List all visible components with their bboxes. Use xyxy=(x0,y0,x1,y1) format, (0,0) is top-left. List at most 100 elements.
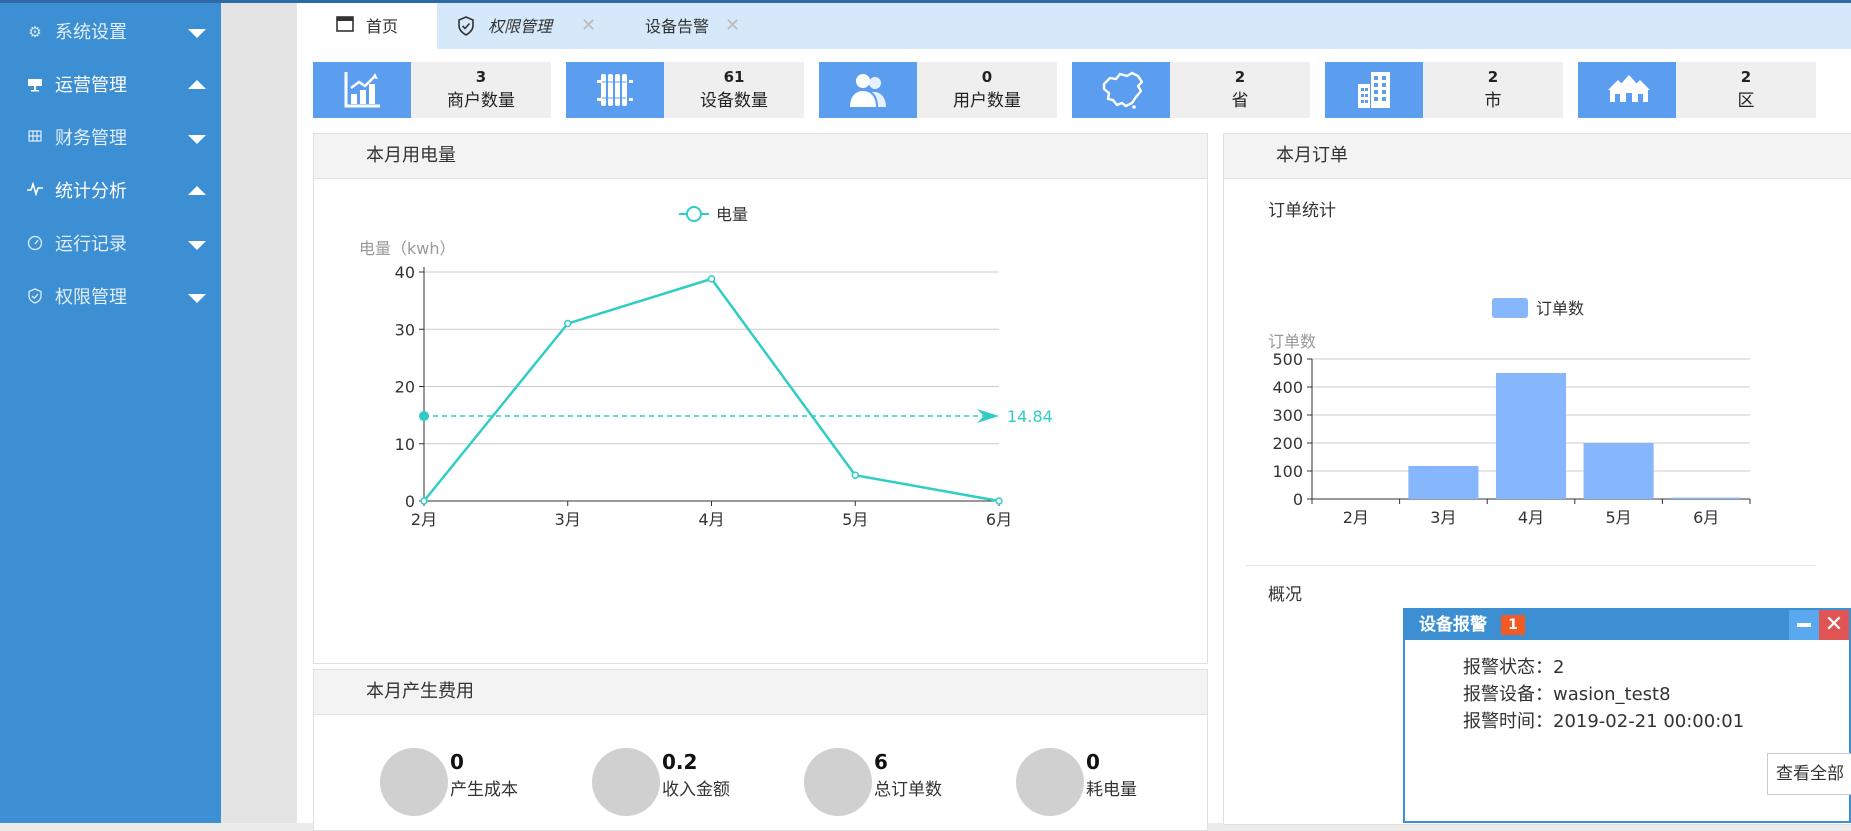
sidebar-item-system-settings[interactable]: ⚙ 系统设置 xyxy=(0,7,221,59)
sidebar-item-run-records[interactable]: 运行记录 xyxy=(0,219,221,271)
y-tick-label: 200 xyxy=(1272,434,1303,453)
tab-bar: 首页 权限管理 ✕ 设备告警 ✕ xyxy=(297,3,1851,49)
x-tick-label: 3月 xyxy=(555,510,581,529)
device-alarm-popup: 设备报警 1 ✕ 报警状态：2 报警设备：wasion_test8 报警时间：2… xyxy=(1403,608,1851,823)
y-tick-label: 0 xyxy=(1293,490,1303,509)
fee-circle xyxy=(804,748,872,816)
stat-value: 3 xyxy=(475,68,487,86)
close-icon[interactable]: ✕ xyxy=(725,15,740,37)
bar-chart-icon xyxy=(344,72,380,108)
fee-value-cost: 0 xyxy=(450,750,464,774)
tab-label: 首页 xyxy=(366,17,399,36)
content-gutter xyxy=(221,3,297,823)
bar xyxy=(1671,497,1742,499)
stat-icon-box xyxy=(313,62,411,118)
fee-value-income: 0.2 xyxy=(662,750,698,774)
stat-card-cities[interactable]: 2 市 xyxy=(1325,62,1563,118)
bar xyxy=(1408,465,1479,499)
stat-label: 市 xyxy=(1484,91,1502,111)
sidebar-item-label: 统计分析 xyxy=(55,181,127,202)
stat-card-users[interactable]: 0 用户数量 xyxy=(819,62,1057,118)
sidebar-item-statistics[interactable]: 统计分析 xyxy=(0,166,221,218)
y-axis-label: 订单数 xyxy=(1268,332,1316,351)
billboard-icon xyxy=(26,76,44,94)
x-tick-label: 2月 xyxy=(411,510,437,529)
panel-header: 本月订单 xyxy=(1224,134,1851,179)
legend-marker xyxy=(686,206,702,222)
chevron-down-icon xyxy=(188,294,206,303)
y-tick-label: 20 xyxy=(395,378,415,397)
stat-label: 商户数量 xyxy=(447,91,515,111)
chevron-down-icon xyxy=(188,241,206,250)
y-tick-label: 10 xyxy=(395,435,415,454)
building-icon xyxy=(1358,72,1390,108)
orders-bar-chart: 订单数订单数01002003004005002月 3月 4月 5月 6月 xyxy=(1268,298,1751,527)
fee-value-orders: 6 xyxy=(874,750,888,774)
x-tick-label: 4月 xyxy=(698,510,724,529)
tab-permissions[interactable]: 权限管理 ✕ xyxy=(437,3,602,49)
sidebar-item-label: 权限管理 xyxy=(55,287,127,308)
stat-value: 2 xyxy=(1487,68,1499,86)
series-line-power xyxy=(423,277,1000,503)
overview-label: 概况 xyxy=(1268,585,1302,605)
chevron-down-icon xyxy=(188,29,206,38)
speedometer-icon xyxy=(26,235,44,253)
alarm-title: 设备报警 xyxy=(1419,615,1487,635)
average-mark-arrow xyxy=(977,409,999,424)
average-mark-label: 14.84 xyxy=(1007,407,1053,426)
close-icon: ✕ xyxy=(1824,612,1844,637)
legend-label: 订单数 xyxy=(1536,299,1584,318)
stat-label: 区 xyxy=(1737,91,1755,111)
chevron-up-icon xyxy=(188,186,206,195)
stat-icon-box xyxy=(819,62,917,118)
power-usage-panel: 本月用电量 电量 电量（kwh） 0 10 20 30 40 2月 3月 4月 5月 6月 14.84 xyxy=(313,133,1208,664)
sidebar-item-permissions[interactable]: 权限管理 xyxy=(0,272,221,324)
fee-label-cost: 产生成本 xyxy=(450,780,518,800)
tab-label: 设备告警 xyxy=(645,17,710,36)
minimize-icon xyxy=(1797,623,1811,627)
panel-header: 本月用电量 xyxy=(314,134,1207,179)
close-button[interactable]: ✕ xyxy=(1819,610,1849,640)
alarm-header: 设备报警 1 ✕ xyxy=(1405,610,1849,640)
china-map-icon xyxy=(1102,71,1144,109)
alarm-count-badge: 1 xyxy=(1501,615,1525,635)
stat-label: 设备数量 xyxy=(700,91,768,111)
panel-title: 本月产生费用 xyxy=(366,681,474,702)
fee-circle xyxy=(380,748,448,816)
window-icon xyxy=(336,16,354,37)
close-icon[interactable]: ✕ xyxy=(581,15,596,37)
tab-device-alarm[interactable]: 设备告警 ✕ xyxy=(602,3,747,49)
sidebar-item-operations[interactable]: 运营管理 xyxy=(0,60,221,112)
sidebar-item-finance[interactable]: 财务管理 xyxy=(0,113,221,165)
y-tick-label: 40 xyxy=(395,263,415,282)
x-tick-label: 5月 xyxy=(1606,508,1632,527)
data-point xyxy=(707,275,716,283)
sidebar-item-label: 系统设置 xyxy=(55,22,127,43)
stat-value: 2 xyxy=(1740,68,1752,86)
panel-header: 本月产生费用 xyxy=(314,670,1207,715)
stat-card-provinces[interactable]: 2 省 xyxy=(1072,62,1310,118)
shield-check-icon xyxy=(457,16,475,41)
alarm-time: 报警时间：2019-02-21 00:00:01 xyxy=(1463,711,1745,732)
stat-card-merchants[interactable]: 3 商户数量 xyxy=(313,62,551,118)
chevron-up-icon xyxy=(188,80,206,89)
tab-label: 权限管理 xyxy=(488,17,553,36)
sidebar-item-label: 财务管理 xyxy=(55,128,127,149)
legend-swatch xyxy=(1492,298,1528,318)
stat-label: 用户数量 xyxy=(953,91,1021,111)
stat-value: 0 xyxy=(981,68,993,86)
data-point xyxy=(564,319,572,328)
minimize-button[interactable] xyxy=(1789,610,1819,640)
bar xyxy=(1583,443,1654,499)
stat-card-districts[interactable]: 2 区 xyxy=(1578,62,1816,118)
y-tick-label: 30 xyxy=(395,320,415,339)
stat-card-devices[interactable]: 61 设备数量 xyxy=(566,62,804,118)
sidebar: ⚙ 系统设置 运营管理 财务管理 统计分析 运行记录 权限管理 xyxy=(0,3,221,823)
tab-home[interactable]: 首页 xyxy=(297,3,437,49)
legend-label: 电量 xyxy=(716,205,748,224)
y-tick-label: 400 xyxy=(1272,378,1303,397)
view-all-button[interactable]: 查看全部 xyxy=(1767,753,1851,795)
grid-icon xyxy=(26,129,44,147)
x-tick-label: 3月 xyxy=(1430,508,1456,527)
monthly-fees-panel: 本月产生费用 0 产生成本 0.2 收入金额 6 总订单数 0 耗电量 xyxy=(313,669,1208,831)
